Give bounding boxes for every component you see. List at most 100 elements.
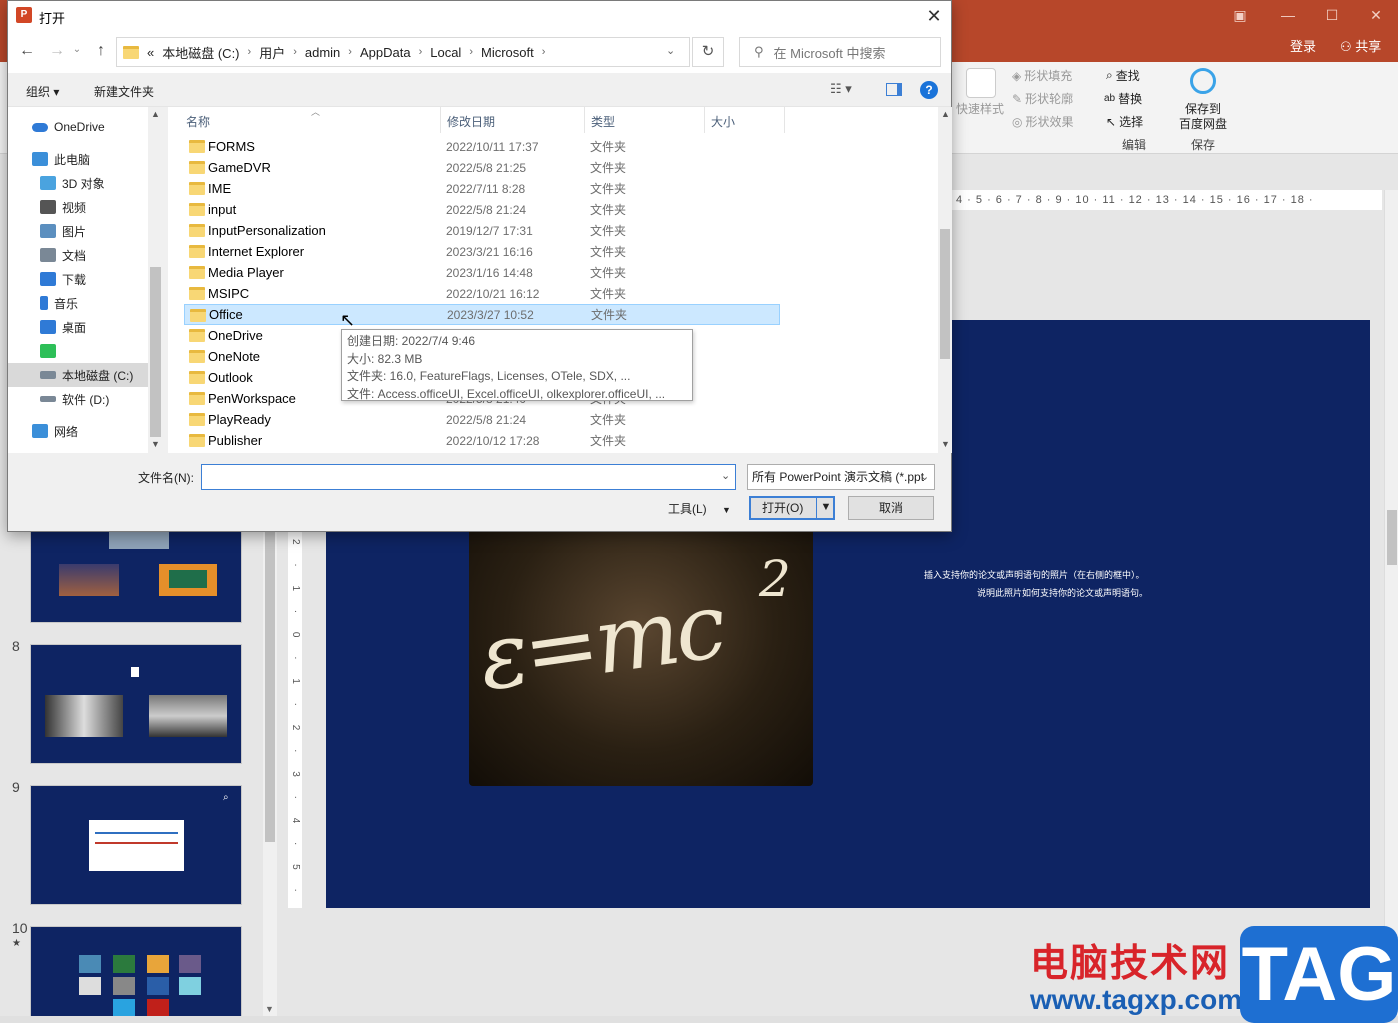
navpane-item-drive-c[interactable]: 本地磁盘 (C:) (8, 363, 148, 387)
column-divider[interactable] (784, 107, 785, 133)
emc-photo[interactable]: ε=mc 2 (469, 520, 813, 786)
navpane-item-videos[interactable]: 视频 (40, 195, 180, 219)
navpane-item-documents[interactable]: 文档 (40, 243, 180, 267)
navpane-item-downloads[interactable]: 下载 (40, 267, 180, 291)
navpane-item-this-pc[interactable]: 此电脑 (32, 147, 172, 171)
slide-thumbnail[interactable] (30, 926, 242, 1023)
dialog-close-icon[interactable]: ✕ (922, 4, 946, 28)
filename-input[interactable] (201, 464, 736, 490)
help-icon[interactable]: ? (920, 81, 938, 99)
quick-style-button[interactable]: 快速样式 (956, 100, 1004, 117)
recent-dropdown-icon[interactable]: ⌄ (66, 44, 88, 55)
new-folder-button[interactable]: 新建文件夹 (94, 83, 154, 100)
forward-arrow-icon[interactable]: → (46, 42, 68, 60)
breadcrumb-item[interactable]: Local (430, 45, 461, 60)
chevron-right-icon[interactable]: › (293, 46, 297, 58)
column-header-size[interactable]: 大小 (711, 113, 735, 130)
breadcrumb-item[interactable]: Microsoft (481, 45, 534, 60)
file-row[interactable]: Office 2023/3/27 10:52 文件夹 (184, 304, 780, 325)
maximize-button[interactable]: ☐ (1312, 0, 1352, 30)
open-split-dropdown-icon[interactable]: ▼ (816, 496, 835, 520)
chevron-right-icon[interactable]: › (469, 46, 473, 58)
search-input[interactable]: ⚲ 在 Microsoft 中搜索 (739, 37, 941, 67)
scroll-down-icon[interactable]: ▼ (265, 1004, 274, 1014)
chevron-right-icon[interactable]: › (248, 46, 252, 58)
file-type-filter[interactable]: 所有 PowerPoint 演示文稿 (*.ppt (747, 464, 935, 490)
file-row[interactable]: InputPersonalization 2019/12/7 17:31 文件夹 (184, 220, 780, 241)
chevron-right-icon[interactable]: › (542, 46, 546, 58)
close-button[interactable]: ✕ (1356, 0, 1396, 30)
back-arrow-icon[interactable]: ← (16, 42, 38, 60)
address-dropdown-icon[interactable]: ⌄ (666, 44, 675, 57)
shape-effect-button[interactable]: ◎ 形状效果 (1012, 113, 1074, 130)
navpane-item-pictures[interactable]: 图片 (40, 219, 180, 243)
file-row[interactable]: PlayReady 2022/5/8 21:24 文件夹 (184, 409, 780, 430)
navpane-item-network[interactable]: 网络 (32, 419, 172, 443)
column-divider[interactable] (440, 107, 441, 133)
filename-dropdown-icon[interactable]: ⌄ (721, 469, 730, 482)
thumbnail-scrollbar[interactable]: ▼ (263, 530, 277, 1016)
tools-menu[interactable]: 工具(L) ▼ (668, 500, 731, 517)
slide-thumbnail[interactable] (30, 520, 242, 623)
shape-outline-button[interactable]: ✎ 形状轮廓 (1012, 90, 1073, 107)
folder-icon (189, 203, 205, 216)
restore-ribbon-icon[interactable]: ▣ (1220, 0, 1260, 30)
filter-dropdown-icon[interactable]: ⌄ (920, 470, 929, 483)
thumb-image (147, 999, 169, 1017)
thumbnail-scrollbar-thumb[interactable] (265, 530, 275, 842)
column-divider[interactable] (584, 107, 585, 133)
cancel-button[interactable]: 取消 (848, 496, 934, 520)
chevron-right-icon[interactable]: › (348, 46, 352, 58)
save-to-baidu-label-2[interactable]: 百度网盘 (1179, 115, 1227, 132)
slide-caption-2[interactable]: 说明此照片如何支持你的论文或声明语句。 (977, 586, 1148, 599)
slide-caption-1[interactable]: 插入支持你的论文或声明语句的照片（在右侧的框中）。 (924, 568, 1145, 581)
slide-thumbnail[interactable] (30, 644, 242, 764)
view-options-icon[interactable]: ☷ ▾ (830, 81, 852, 97)
navpane-item-music[interactable]: 音乐 (40, 291, 180, 315)
chevron-right-icon[interactable]: › (419, 46, 423, 58)
file-row[interactable]: Internet Explorer 2023/3/21 16:16 文件夹 (184, 241, 780, 262)
navpane-item-3d[interactable]: 3D 对象 (40, 171, 180, 195)
preview-pane-icon[interactable] (886, 83, 902, 96)
quick-style-icon[interactable] (966, 68, 996, 98)
up-arrow-icon[interactable]: ↑ (90, 42, 112, 60)
share-button[interactable]: ⚇ 共享 (1340, 36, 1381, 55)
navpane-item-app[interactable] (40, 339, 180, 363)
file-list-scrollbar-thumb[interactable] (940, 229, 950, 359)
refresh-icon[interactable]: ↻ (692, 37, 724, 67)
select-button[interactable]: ↖ 选择 (1106, 113, 1143, 130)
column-header-name[interactable]: 名称 (186, 113, 210, 130)
baidu-cloud-icon[interactable] (1190, 68, 1216, 94)
column-header-type[interactable]: 类型 (591, 113, 615, 130)
file-row[interactable]: Publisher 2022/10/12 17:28 文件夹 (184, 430, 780, 451)
slide-thumbnail[interactable]: ⌕ (30, 785, 242, 905)
breadcrumb-item[interactable]: AppData (360, 45, 411, 60)
shape-fill-button[interactable]: ◈ 形状填充 (1012, 67, 1072, 84)
scroll-up-icon[interactable]: ▲ (941, 109, 950, 119)
organize-button[interactable]: 组织 ▾ (26, 83, 59, 100)
column-divider[interactable] (704, 107, 705, 133)
breadcrumb-item[interactable]: 用户 (259, 43, 285, 62)
breadcrumb-item[interactable]: admin (305, 45, 340, 60)
editor-scrollbar-thumb[interactable] (1387, 510, 1397, 565)
breadcrumb-overflow[interactable]: « (147, 45, 154, 60)
find-button[interactable]: ⌕ 查找 (1106, 67, 1140, 84)
file-row[interactable]: input 2022/5/8 21:24 文件夹 (184, 199, 780, 220)
scroll-down-icon[interactable]: ▼ (941, 439, 950, 449)
replace-button[interactable]: ab 替换 (1104, 90, 1142, 107)
login-link[interactable]: 登录 (1290, 36, 1316, 55)
thumb-chart (89, 820, 184, 871)
column-header-date[interactable]: 修改日期 (447, 113, 495, 130)
file-row[interactable]: IME 2022/7/11 8:28 文件夹 (184, 178, 780, 199)
editor-scrollbar[interactable] (1384, 190, 1398, 1016)
navpane-item-desktop[interactable]: 桌面 (40, 315, 180, 339)
breadcrumb-item[interactable]: 本地磁盘 (C:) (162, 43, 239, 62)
file-row[interactable]: GameDVR 2022/5/8 21:25 文件夹 (184, 157, 780, 178)
file-row[interactable]: MSIPC 2022/10/21 16:12 文件夹 (184, 283, 780, 304)
file-row[interactable]: Media Player 2023/1/16 14:48 文件夹 (184, 262, 780, 283)
file-row[interactable]: FORMS 2022/10/11 17:37 文件夹 (184, 136, 780, 157)
address-bar[interactable]: « 本地磁盘 (C:) › 用户 › admin › AppData › Local › … (116, 37, 690, 67)
minimize-button[interactable]: — (1268, 0, 1308, 30)
navpane-item-drive-d[interactable]: 软件 (D:) (40, 387, 180, 411)
navpane-item-onedrive[interactable]: OneDrive (32, 115, 172, 139)
